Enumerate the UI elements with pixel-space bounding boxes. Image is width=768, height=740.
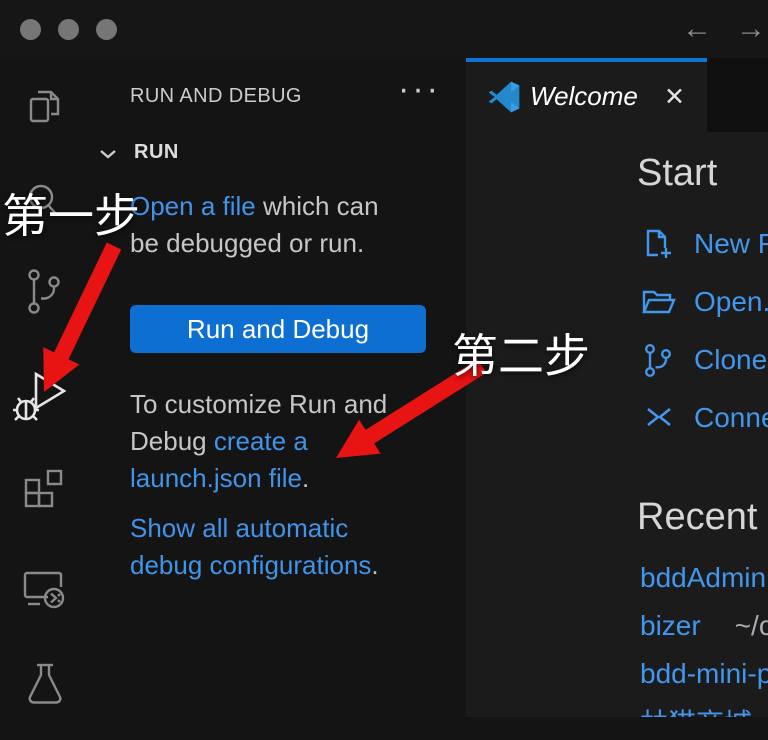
sidebar-title: RUN AND DEBUG [130,85,302,108]
start-item-label: Conne [694,402,768,434]
open-file-paragraph: Open a file which can be debugged or run… [130,188,412,262]
run-debug-sidebar: RUN AND DEBUG ··· RUN Open a file which … [88,58,466,740]
recent-item-name: bdd-mini-p [640,658,768,689]
tab-strip: Welcome ✕ [466,58,768,132]
remote-connect-icon [640,400,676,436]
close-icon[interactable]: ✕ [664,82,685,112]
recent-item-name: bizer [640,610,701,641]
tab-title: Welcome [530,81,638,112]
welcome-page: Start New F Open.. Clone Conne [466,132,768,717]
remote-monitor-icon[interactable] [20,563,70,613]
recent-item[interactable]: 林猫商城 [640,702,752,717]
open-a-file-link[interactable]: Open a file [130,191,256,221]
show-all-paragraph: Show all automatic debug configurations. [130,510,404,584]
new-file-icon [640,226,676,262]
recent-item-name: bddAdminI [640,562,768,593]
vscode-logo-icon [488,81,520,118]
recent-item-name: 林猫商城 [640,708,752,717]
chevron-down-icon[interactable] [98,147,118,166]
git-branch-icon [640,342,676,380]
recent-heading: Recent [637,496,757,539]
beaker-icon[interactable] [22,660,70,710]
run-and-debug-button[interactable]: Run and Debug [130,305,426,353]
extensions-icon[interactable] [20,463,70,513]
more-actions-icon[interactable]: ··· [398,70,441,109]
activity-bar [0,58,88,740]
customize-paragraph: To customize Run and Debug create a laun… [130,386,404,497]
start-item-label: Open.. [694,286,768,318]
traffic-light-minimize[interactable] [58,19,79,40]
recent-item-path: ~/c [735,610,768,641]
open-folder-icon [640,284,678,320]
git-branch-icon[interactable] [20,266,70,322]
traffic-light-zoom[interactable] [96,19,117,40]
recent-item[interactable]: bdd-mini-p [640,658,768,690]
tab-welcome[interactable]: Welcome ✕ [466,58,707,132]
recent-item[interactable]: bizer ~/c [640,610,768,642]
start-heading: Start [637,152,717,195]
start-item-label: New F [694,228,768,260]
start-item-label: Clone [694,344,767,376]
editor-group: Welcome ✕ Start New F Open.. Clone [466,58,768,740]
run-section-header[interactable]: RUN [134,141,179,164]
show-all-configs-link[interactable]: Show all automatic debug configurations [130,513,371,580]
nav-forward-icon[interactable]: → [736,10,766,48]
show-all-paragraph-post: . [371,550,378,580]
search-icon[interactable] [20,178,68,226]
traffic-light-close[interactable] [20,19,41,40]
nav-back-icon[interactable]: ← [682,10,712,48]
title-bar: ← → [0,0,768,58]
customize-paragraph-post: . [302,463,309,493]
files-icon[interactable] [20,85,68,133]
recent-item[interactable]: bddAdminI [640,562,768,594]
debug-icon[interactable] [12,366,74,428]
